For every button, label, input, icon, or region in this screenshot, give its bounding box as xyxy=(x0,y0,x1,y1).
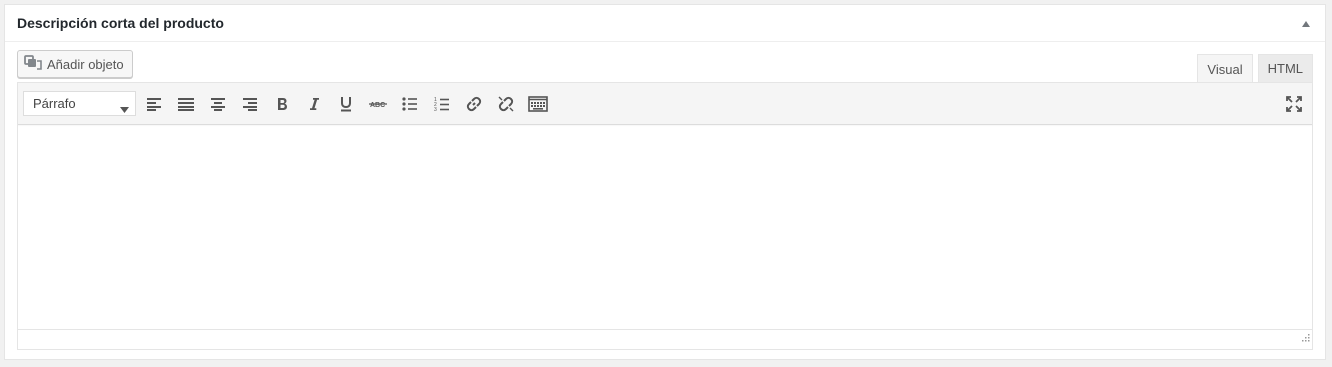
underline-icon[interactable] xyxy=(333,91,359,117)
short-description-postbox: Descripción corta del producto Añadir ob… xyxy=(4,4,1326,360)
resize-handle-icon[interactable] xyxy=(1302,329,1310,347)
bold-icon[interactable] xyxy=(269,91,295,117)
postbox-header: Descripción corta del producto xyxy=(5,5,1325,42)
svg-text:ABC: ABC xyxy=(370,102,385,109)
align-center-icon[interactable] xyxy=(205,91,231,117)
editor-content-area[interactable] xyxy=(18,125,1312,329)
italic-icon[interactable] xyxy=(301,91,327,117)
postbox-title: Descripción corta del producto xyxy=(17,15,224,31)
bullet-list-icon[interactable] xyxy=(397,91,423,117)
editor-status-bar xyxy=(18,329,1312,349)
numbered-list-icon[interactable]: 123 xyxy=(429,91,455,117)
add-media-button[interactable]: Añadir objeto xyxy=(17,50,133,78)
format-select[interactable]: Párrafo xyxy=(23,91,136,116)
align-justify-icon[interactable] xyxy=(173,91,199,117)
chevron-down-icon xyxy=(120,101,129,116)
tab-html[interactable]: HTML xyxy=(1257,54,1313,82)
editor-tabs: Visual HTML xyxy=(1197,54,1313,83)
media-add-icon xyxy=(24,54,42,74)
fullscreen-icon[interactable] xyxy=(1281,91,1307,117)
format-select-value: Párrafo xyxy=(33,96,76,111)
align-left-icon[interactable] xyxy=(141,91,167,117)
unlink-icon[interactable] xyxy=(493,91,519,117)
strikethrough-icon[interactable]: ABC xyxy=(365,91,391,117)
add-media-label: Añadir objeto xyxy=(47,56,124,72)
align-right-icon[interactable] xyxy=(237,91,263,117)
svg-text:3: 3 xyxy=(434,107,437,112)
editor-toolbar: Párrafo ABC 1 2 3 xyxy=(18,83,1312,125)
arrow-up-icon[interactable] xyxy=(1299,17,1313,31)
toolbar-toggle-icon[interactable] xyxy=(525,91,551,117)
tab-visual[interactable]: Visual xyxy=(1197,54,1253,83)
link-icon[interactable] xyxy=(461,91,487,117)
editor-container: Párrafo ABC 1 2 3 xyxy=(17,82,1313,350)
